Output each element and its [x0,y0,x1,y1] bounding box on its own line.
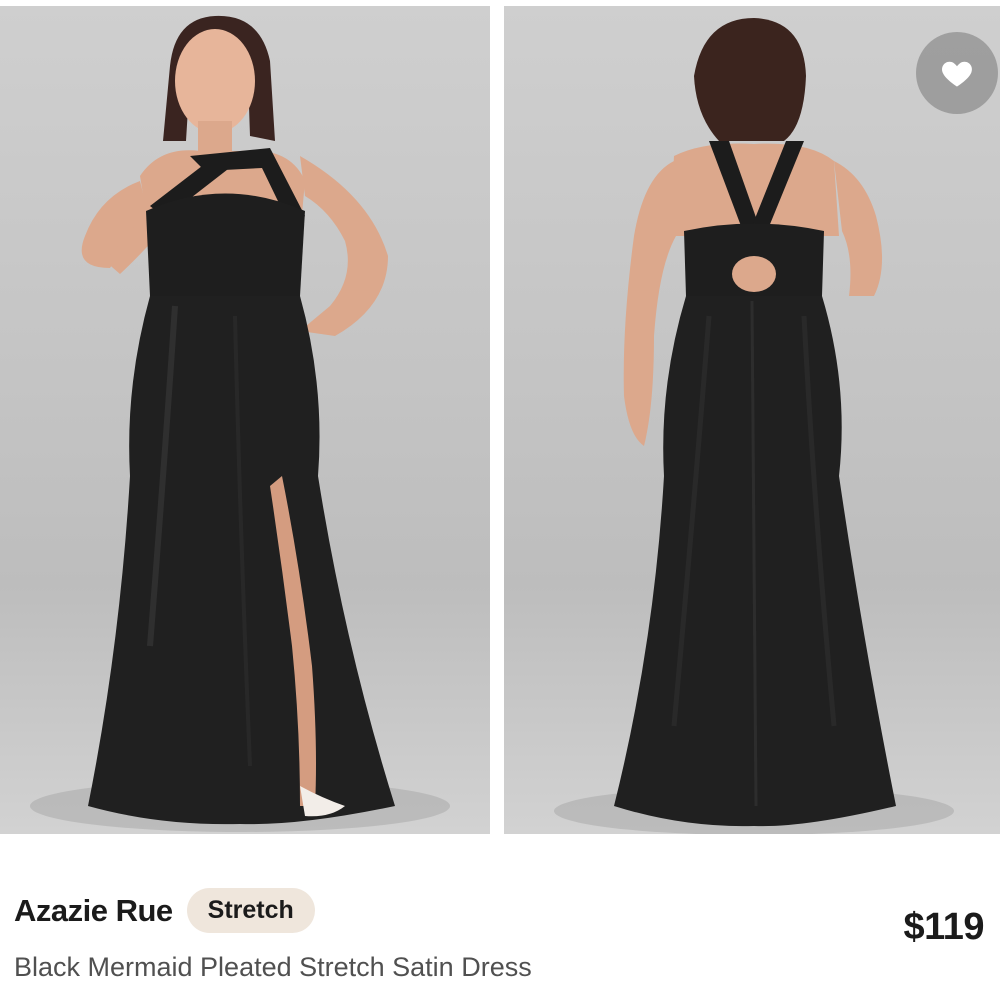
product-gallery [0,0,1000,836]
product-image-front[interactable] [0,6,490,834]
back-view-illustration [554,18,954,834]
product-info: Azazie Rue Stretch $119 Black Mermaid Pl… [0,836,1000,1000]
product-price: $119 [903,906,985,948]
product-title[interactable]: Black Mermaid Pleated Stretch Satin Dres… [14,952,532,983]
front-view-illustration [30,15,450,832]
brand-name[interactable]: Azazie Rue [14,893,173,929]
favorite-button[interactable] [916,32,998,114]
stretch-badge: Stretch [186,888,315,933]
product-image-back[interactable] [504,6,1000,834]
brand-row: Azazie Rue Stretch [14,888,315,933]
heart-icon [942,61,972,87]
